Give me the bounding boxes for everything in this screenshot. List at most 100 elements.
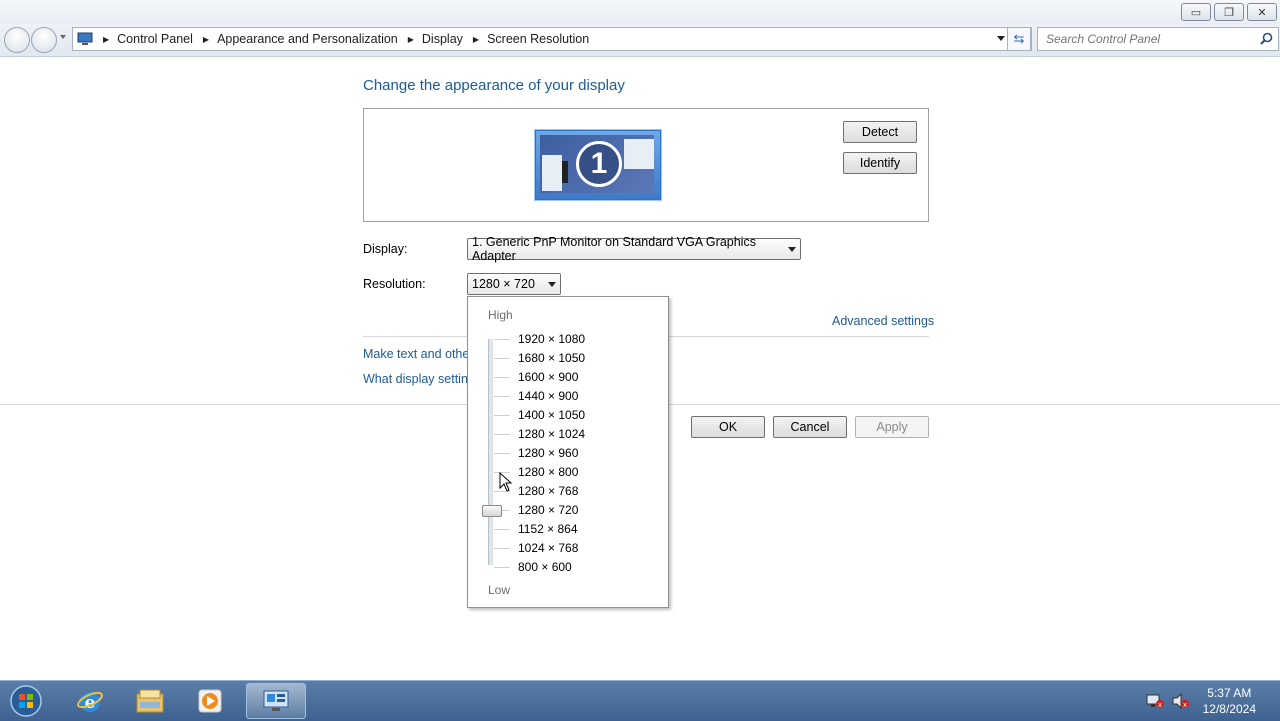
media-player-icon	[198, 689, 222, 713]
make-text-larger-link[interactable]: Make text and other	[363, 347, 473, 361]
resolution-option[interactable]: 1400 × 1050	[518, 408, 585, 422]
low-label: Low	[488, 583, 511, 597]
address-bar[interactable]: ▶ Control Panel ▶ Appearance and Persona…	[72, 27, 1032, 51]
slider-tick	[494, 453, 510, 454]
internet-explorer-icon: e	[77, 691, 103, 713]
resolution-option[interactable]: 1280 × 768	[518, 484, 578, 498]
breadcrumb-control-panel[interactable]: Control Panel	[117, 32, 193, 46]
minimize-icon: ▭	[1190, 6, 1202, 19]
ok-button[interactable]: OK	[691, 416, 765, 438]
resolution-option[interactable]: 1024 × 768	[518, 541, 578, 555]
resolution-option[interactable]: 1280 × 800	[518, 465, 578, 479]
resolution-option[interactable]: 1680 × 1050	[518, 351, 585, 365]
window-icon	[562, 161, 568, 183]
start-button[interactable]	[6, 685, 46, 717]
resolution-option[interactable]: 1280 × 720	[518, 503, 578, 517]
display-label: Display:	[363, 242, 408, 256]
forward-button[interactable]	[31, 27, 57, 53]
address-dropdown-icon[interactable]	[997, 36, 1005, 41]
breadcrumb-arrow-icon: ▶	[407, 34, 414, 44]
display-select-value: 1. Generic PnP Monitor on Standard VGA G…	[472, 235, 756, 263]
back-button[interactable]	[4, 27, 30, 53]
network-error-icon: x	[1146, 694, 1164, 709]
slider-tick	[494, 377, 510, 378]
page-title: Change the appearance of your display	[363, 77, 625, 94]
windows-start-icon	[10, 685, 42, 717]
resolution-select[interactable]: 1280 × 720	[467, 273, 561, 295]
restore-button[interactable]: ❐	[1214, 3, 1244, 21]
slider-tick	[494, 567, 510, 568]
breadcrumb-display[interactable]: Display	[422, 32, 463, 46]
clock-date: 12/8/2024	[1202, 702, 1256, 716]
resolution-slider-thumb[interactable]	[482, 505, 502, 517]
breadcrumb-arrow-icon: ▶	[472, 34, 480, 44]
resolution-option[interactable]: 1920 × 1080	[518, 332, 585, 346]
resolution-select-value: 1280 × 720	[472, 277, 535, 291]
chevron-down-icon	[548, 282, 556, 287]
mouse-cursor-icon	[499, 472, 513, 492]
resolution-option[interactable]: 1280 × 1024	[518, 427, 585, 441]
svg-text:x: x	[1183, 701, 1187, 709]
search-icon[interactable]	[1260, 32, 1273, 45]
resolution-option[interactable]: 1152 × 864	[518, 522, 578, 536]
slider-tick	[494, 415, 510, 416]
navigation-bar: ▶ Control Panel ▶ Appearance and Persona…	[0, 24, 1280, 57]
monitor-1-thumbnail[interactable]: 1	[535, 130, 661, 200]
advanced-settings-link[interactable]: Advanced settings	[832, 314, 934, 328]
resolution-option[interactable]: 1280 × 960	[518, 446, 578, 460]
folder-icon	[136, 689, 164, 713]
resolution-option[interactable]: 1600 × 900	[518, 370, 578, 384]
taskbar: e x x 5:37 AM 12/8/2024	[0, 680, 1280, 721]
chevron-down-icon	[788, 247, 796, 252]
identify-button[interactable]: Identify	[843, 152, 917, 174]
apply-button[interactable]: Apply	[855, 416, 929, 438]
resolution-option[interactable]: 1440 × 900	[518, 389, 578, 403]
taskbar-media-player[interactable]	[194, 685, 226, 717]
minimize-button[interactable]: ▭	[1181, 3, 1211, 21]
clock-time: 5:37 AM	[1207, 686, 1252, 700]
resolution-label: Resolution:	[363, 277, 426, 291]
detect-button[interactable]: Detect	[843, 121, 917, 143]
control-panel-icon	[77, 32, 93, 45]
breadcrumb-arrow-icon: ▶	[202, 34, 210, 44]
resolution-slider-track[interactable]	[488, 339, 493, 565]
display-settings-help-link[interactable]: What display setting	[363, 372, 475, 386]
cancel-button[interactable]: Cancel	[773, 416, 847, 438]
slider-tick	[494, 396, 510, 397]
slider-tick	[494, 548, 510, 549]
taskbar-explorer[interactable]	[134, 685, 166, 717]
search-input[interactable]	[1044, 31, 1248, 47]
slider-tick	[494, 339, 510, 340]
resolution-option[interactable]: 800 × 600	[518, 560, 572, 574]
refresh-icon: ⇆	[1013, 31, 1025, 46]
display-select[interactable]: 1. Generic PnP Monitor on Standard VGA G…	[467, 235, 801, 263]
control-panel-icon	[263, 690, 289, 711]
search-box[interactable]	[1037, 27, 1279, 51]
taskbar-internet-explorer[interactable]: e	[74, 685, 106, 717]
slider-tick	[494, 358, 510, 359]
svg-text:x: x	[1158, 701, 1162, 709]
resolution-dropdown: High 1920 × 1080 1680 × 1050 1600 × 900 144…	[467, 296, 669, 608]
breadcrumb-arrow-icon: ▶	[103, 34, 110, 44]
monitor-screen: 1	[540, 135, 654, 193]
monitor-preview-area: 1 Detect Identify	[363, 108, 929, 222]
system-clock[interactable]: 5:37 AM 12/8/2024	[1203, 685, 1256, 717]
breadcrumb-appearance[interactable]: Appearance and Personalization	[217, 32, 398, 46]
volume-tray-icon[interactable]: x	[1171, 692, 1189, 712]
recent-pages-icon[interactable]	[60, 35, 66, 39]
refresh-button[interactable]: ⇆	[1007, 27, 1031, 51]
restore-icon: ❐	[1224, 6, 1234, 19]
close-button[interactable]: ✕	[1247, 3, 1277, 21]
monitor-number-badge: 1	[576, 141, 622, 187]
title-bar: ▭ ❐ ✕	[0, 0, 1280, 24]
window-icon	[624, 139, 654, 169]
close-icon: ✕	[1257, 6, 1267, 19]
taskbar-control-panel-active[interactable]	[246, 683, 306, 719]
network-tray-icon[interactable]: x	[1146, 693, 1164, 712]
high-label: High	[488, 308, 513, 322]
breadcrumb-screen-resolution[interactable]: Screen Resolution	[487, 32, 589, 46]
volume-muted-icon: x	[1172, 692, 1189, 710]
slider-tick	[494, 529, 510, 530]
window-icon	[542, 155, 562, 191]
slider-tick	[494, 434, 510, 435]
